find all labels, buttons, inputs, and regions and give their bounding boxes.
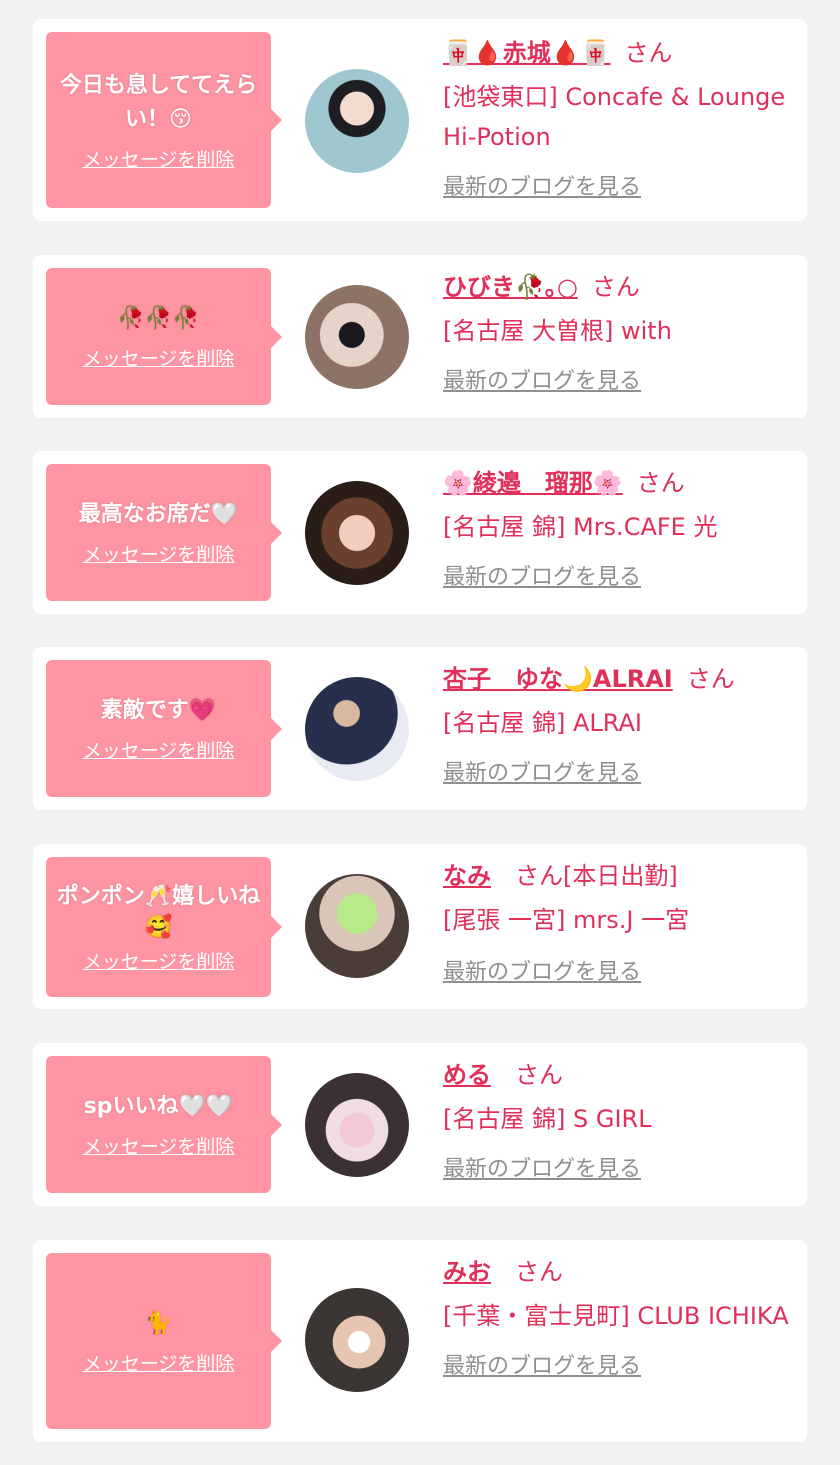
message-bubble: spいいね🤍🤍 メッセージを削除	[46, 1056, 282, 1193]
shop-name: [池袋東口] Concafe & Lounge Hi-Potion	[443, 83, 786, 151]
delete-message-link[interactable]: メッセージを削除	[83, 947, 235, 974]
cast-name-link[interactable]: める	[443, 1061, 491, 1089]
latest-blog-link[interactable]: 最新のブログを見る	[443, 169, 641, 201]
profile-info: 杏子 ゆな🌙ALRAI さん [名古屋 錦] ALRAI 最新のブログを見る	[443, 659, 795, 787]
message-card: 🐈 メッセージを削除 みお さん [千葉・富士見町] CLUB ICHIKA 最新…	[33, 1240, 807, 1442]
delete-message-link[interactable]: メッセージを削除	[83, 1132, 235, 1159]
latest-blog-link[interactable]: 最新のブログを見る	[443, 559, 641, 591]
message-card: 最高なお席だ🤍 メッセージを削除 🌸綾邉 瑠那🌸 さん [名古屋 錦] Mrs.C…	[33, 451, 807, 614]
cast-name-link[interactable]: なみ	[443, 862, 491, 890]
message-bubble: 素敵です💗 メッセージを削除	[46, 660, 282, 797]
latest-blog-link[interactable]: 最新のブログを見る	[443, 1348, 641, 1380]
avatar[interactable]	[305, 1073, 409, 1177]
profile-info: みお さん [千葉・富士見町] CLUB ICHIKA 最新のブログを見る	[443, 1252, 795, 1380]
shop-name: [千葉・富士見町] CLUB ICHIKA	[443, 1302, 789, 1330]
avatar[interactable]	[305, 285, 409, 389]
message-text: 🐈	[144, 1310, 173, 1336]
avatar[interactable]	[305, 1288, 409, 1392]
latest-blog-link[interactable]: 最新のブログを見る	[443, 954, 641, 986]
honorific: さん	[515, 862, 563, 890]
honorific: さん	[515, 1258, 563, 1286]
shop-name: [名古屋 錦] ALRAI	[443, 709, 642, 737]
message-card: 素敵です💗 メッセージを削除 杏子 ゆな🌙ALRAI さん [名古屋 錦] ALR…	[33, 647, 807, 810]
cast-name-link[interactable]: 杏子 ゆな🌙ALRAI	[443, 665, 673, 693]
profile-info: める さん [名古屋 錦] S GIRL 最新のブログを見る	[443, 1055, 795, 1183]
latest-blog-link[interactable]: 最新のブログを見る	[443, 1151, 641, 1183]
message-card: ポンポン🥂嬉しいね🥰 メッセージを削除 なみ さん[本日出勤] [尾張 一宮] m…	[33, 844, 807, 1009]
latest-blog-link[interactable]: 最新のブログを見る	[443, 363, 641, 395]
cast-name-link[interactable]: 🀄🩸赤城🩸🀄	[443, 39, 611, 67]
message-text: 素敵です💗	[100, 698, 217, 723]
message-text: 🥀🥀🥀	[117, 306, 200, 331]
message-card: 今日も息しててえらい！😚 メッセージを削除 🀄🩸赤城🩸🀄 さん [池袋東口] Co…	[33, 19, 807, 221]
avatar[interactable]	[305, 481, 409, 585]
avatar[interactable]	[305, 677, 409, 781]
profile-info: 🀄🩸赤城🩸🀄 さん [池袋東口] Concafe & Lounge Hi-Poti…	[443, 33, 795, 201]
message-bubble: 🐈 メッセージを削除	[46, 1253, 282, 1429]
message-card: 🥀🥀🥀 メッセージを削除 ひびき🥀｡○ さん [名古屋 大曽根] with 最新の…	[33, 255, 807, 418]
honorific: さん	[636, 469, 685, 497]
shop-name: [名古屋 錦] Mrs.CAFE 光	[443, 513, 718, 541]
honorific: さん	[515, 1061, 563, 1089]
delete-message-link[interactable]: メッセージを削除	[83, 344, 235, 371]
message-bubble: ポンポン🥂嬉しいね🥰 メッセージを削除	[46, 857, 282, 997]
status-text: [本日出勤]	[563, 862, 678, 890]
message-bubble: 今日も息しててえらい！😚 メッセージを削除	[46, 32, 282, 208]
shop-name: [名古屋 錦] S GIRL	[443, 1105, 652, 1133]
shop-name: [尾張 一宮] mrs.J 一宮	[443, 906, 690, 934]
cast-name-link[interactable]: 🌸綾邉 瑠那🌸	[443, 469, 623, 497]
message-bubble: 最高なお席だ🤍 メッセージを削除	[46, 464, 282, 601]
delete-message-link[interactable]: メッセージを削除	[83, 145, 235, 172]
latest-blog-link[interactable]: 最新のブログを見る	[443, 755, 641, 787]
shop-name: [名古屋 大曽根] with	[443, 317, 672, 345]
profile-info: なみ さん[本日出勤] [尾張 一宮] mrs.J 一宮 最新のブログを見る	[443, 856, 795, 986]
profile-info: 🌸綾邉 瑠那🌸 さん [名古屋 錦] Mrs.CAFE 光 最新のブログを見る	[443, 463, 795, 591]
delete-message-link[interactable]: メッセージを削除	[83, 540, 235, 567]
message-text: 今日も息しててえらい！😚	[59, 72, 258, 132]
delete-message-link[interactable]: メッセージを削除	[83, 1349, 235, 1376]
delete-message-link[interactable]: メッセージを削除	[83, 736, 235, 763]
message-bubble: 🥀🥀🥀 メッセージを削除	[46, 268, 282, 405]
honorific: さん	[591, 273, 640, 301]
honorific: さん	[686, 665, 735, 693]
message-card: spいいね🤍🤍 メッセージを削除 める さん [名古屋 錦] S GIRL 最新の…	[33, 1043, 807, 1206]
message-text: ポンポン🥂嬉しいね🥰	[56, 883, 261, 940]
message-text: spいいね🤍🤍	[83, 1094, 234, 1119]
avatar[interactable]	[305, 69, 409, 173]
cast-name-link[interactable]: ひびき🥀｡○	[443, 273, 578, 301]
avatar[interactable]	[305, 874, 409, 978]
cast-name-link[interactable]: みお	[443, 1258, 491, 1286]
message-text: 最高なお席だ🤍	[78, 502, 239, 527]
honorific: さん	[624, 39, 673, 67]
profile-info: ひびき🥀｡○ さん [名古屋 大曽根] with 最新のブログを見る	[443, 267, 795, 395]
